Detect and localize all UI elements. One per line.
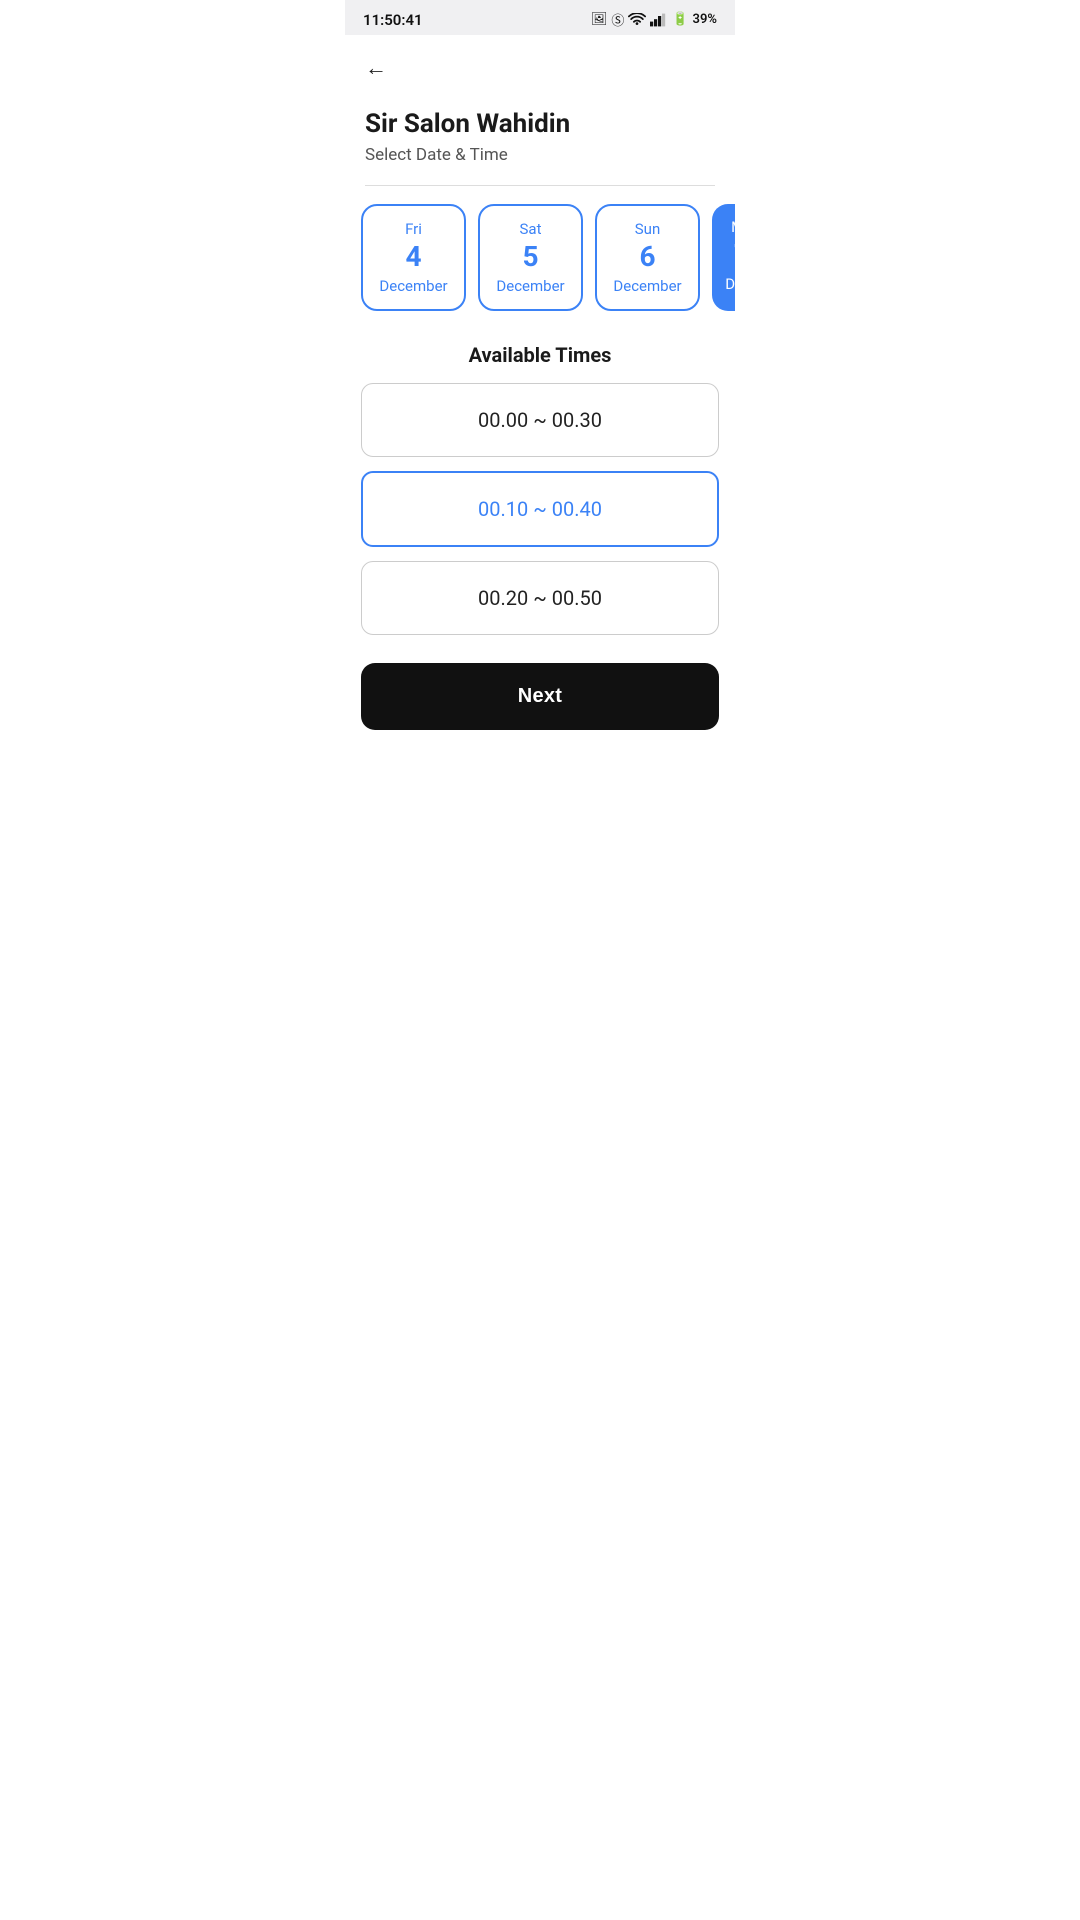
- signal-icon: [650, 13, 666, 27]
- day-name-fri: Fri: [363, 220, 464, 238]
- time-slot-2[interactable]: 00.10 ~ 00.40: [361, 471, 719, 547]
- select-date-label: Select Date & Time: [365, 145, 715, 165]
- month-fri: December: [363, 277, 464, 295]
- time-slot-1[interactable]: 00.00 ~ 00.30: [361, 383, 719, 457]
- header: ← Sir Salon Wahidin Select Date & Time: [345, 35, 735, 186]
- day-num-mon: 7: [712, 240, 735, 271]
- s-icon: Ⓢ: [611, 10, 624, 29]
- date-picker: Fri 4 December Sat 5 December Sun 6 Dece…: [345, 204, 735, 311]
- date-card-mon[interactable]: Mo 7 Dece: [712, 204, 735, 311]
- time-slot-3[interactable]: 00.20 ~ 00.50: [361, 561, 719, 635]
- back-button[interactable]: ←: [365, 51, 387, 85]
- times-list: 00.00 ~ 00.30 00.10 ~ 00.40 00.20 ~ 00.5…: [345, 383, 735, 635]
- status-bar: 11:50:41 🖼 Ⓢ 🔋 39%: [345, 0, 735, 35]
- month-sun: December: [597, 277, 698, 295]
- date-card-sat[interactable]: Sat 5 December: [478, 204, 583, 311]
- wifi-icon: [628, 13, 646, 27]
- next-button[interactable]: Next: [361, 663, 719, 730]
- month-mon: Dece: [712, 275, 735, 293]
- status-icons: 🖼 Ⓢ 🔋 39%: [591, 10, 717, 29]
- day-name-sat: Sat: [480, 220, 581, 238]
- month-sat: December: [480, 277, 581, 295]
- status-time: 11:50:41: [363, 11, 423, 29]
- divider: [365, 185, 715, 186]
- salon-name: Sir Salon Wahidin: [365, 109, 715, 139]
- battery-percent: 39%: [693, 12, 717, 27]
- day-num-sun: 6: [597, 242, 698, 273]
- battery-icon: 🔋: [672, 12, 688, 27]
- notification-icon: 🖼: [591, 12, 608, 27]
- available-times-title: Available Times: [345, 343, 735, 367]
- day-name-sun: Sun: [597, 220, 698, 238]
- date-card-fri[interactable]: Fri 4 December: [361, 204, 466, 311]
- date-card-sun[interactable]: Sun 6 December: [595, 204, 700, 311]
- day-num-fri: 4: [363, 242, 464, 273]
- day-name-mon: Mo: [712, 218, 735, 236]
- day-num-sat: 5: [480, 242, 581, 273]
